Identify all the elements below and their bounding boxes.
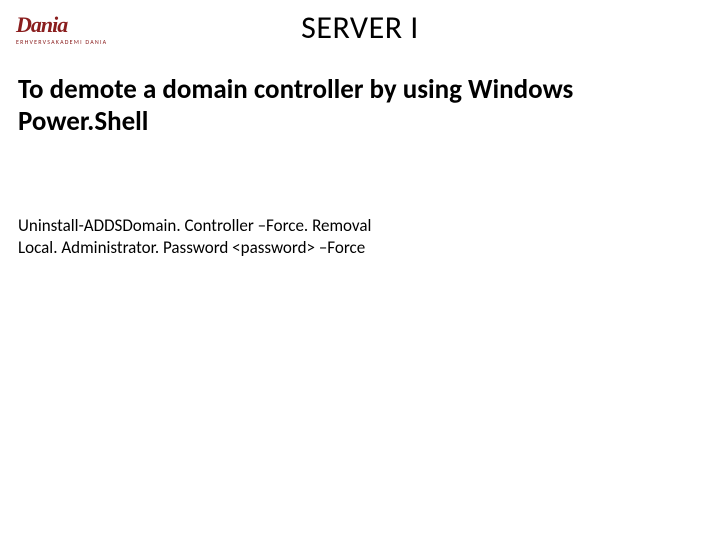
section-heading: To demote a domain controller by using W… [18, 74, 702, 139]
command-line-2: Local. Administrator. Password <password… [18, 237, 702, 259]
command-line-1: Uninstall-ADDSDomain. Controller –Force.… [18, 215, 702, 237]
slide: Dania ERHVERVSAKADEMI DANIA SERVER I To … [0, 0, 720, 540]
slide-header: Dania ERHVERVSAKADEMI DANIA SERVER I [0, 0, 720, 56]
slide-title: SERVER I [0, 8, 720, 47]
body-text: Uninstall-ADDSDomain. Controller –Force.… [18, 215, 702, 259]
